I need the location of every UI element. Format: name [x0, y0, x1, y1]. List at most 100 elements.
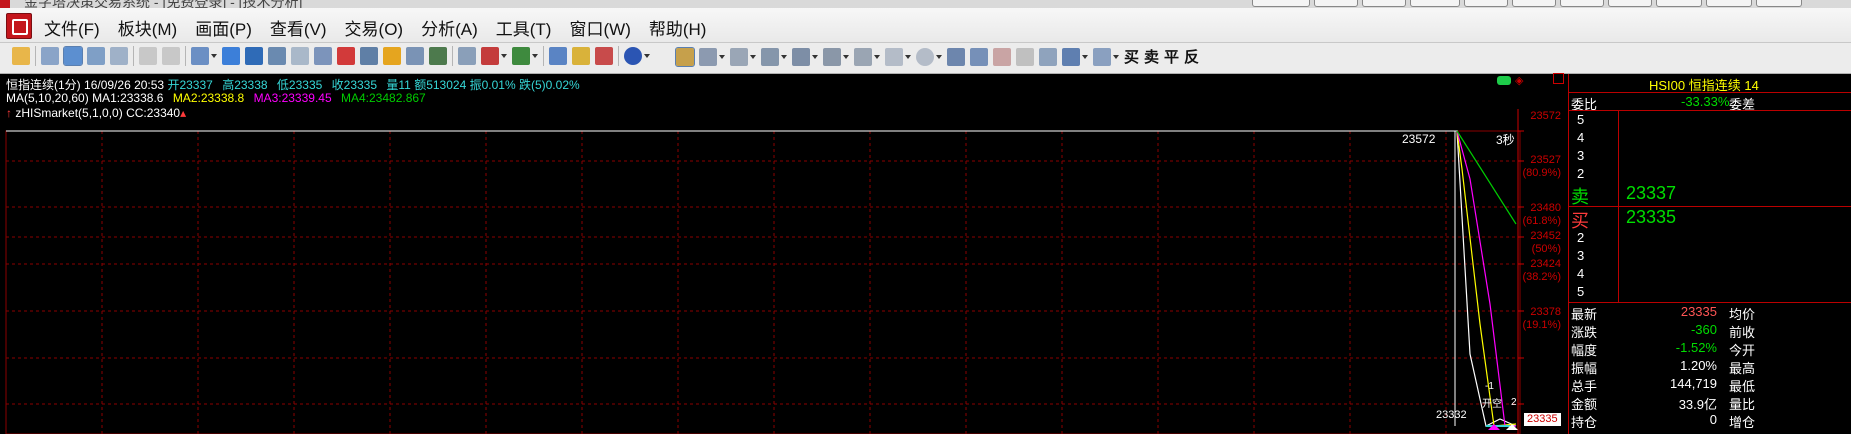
chevron-down-icon[interactable] [905, 54, 911, 59]
chevron-down-icon[interactable] [1082, 54, 1088, 59]
kline-chart-icon[interactable] [63, 46, 83, 66]
formula-icon[interactable] [406, 47, 424, 65]
fib-icon[interactable] [823, 47, 841, 66]
chevron-down-icon[interactable] [532, 54, 538, 58]
stat-label-secondary: 前收 [1729, 325, 1756, 340]
detail-chart-icon[interactable] [110, 47, 128, 65]
clear-drawing-icon[interactable] [993, 47, 1011, 66]
menu-layout[interactable]: 画面(P) [195, 15, 252, 40]
indicator-icon[interactable] [429, 47, 447, 65]
strategy-icon[interactable] [572, 47, 590, 65]
titlebar-button[interactable] [1410, 0, 1460, 7]
open-folder-icon[interactable] [12, 47, 30, 65]
axis-tick-pct: (61.8%) [1522, 215, 1561, 227]
app-logo-icon[interactable] [6, 13, 32, 39]
menu-help[interactable]: 帮助(H) [649, 15, 707, 40]
menu-file[interactable]: 文件(F) [44, 15, 100, 40]
chevron-down-icon[interactable] [644, 54, 650, 58]
pin-icon[interactable]: ◈ [1515, 74, 1523, 87]
chevron-down-icon[interactable] [781, 54, 787, 59]
line-draw-icon[interactable] [699, 47, 717, 66]
crosshair-icon[interactable] [222, 47, 240, 65]
eraser-icon[interactable] [1016, 47, 1034, 66]
stat-label-secondary: 增仓 [1729, 415, 1756, 430]
stat-value: -1.52% [1675, 340, 1717, 355]
menu-analysis[interactable]: 分析(A) [421, 15, 478, 40]
kline-chart-panel[interactable]: 恒指连续(1分) 16/09/26 20:53 开23337▾ 高23338▾ … [0, 73, 1568, 434]
select-tool-icon[interactable] [191, 47, 209, 65]
channel-icon[interactable] [761, 47, 779, 66]
print-icon[interactable] [360, 47, 378, 65]
quote-list-icon[interactable] [41, 47, 59, 65]
chevron-down-icon[interactable] [1113, 54, 1119, 59]
panel-toggle-icon[interactable] [1553, 73, 1564, 84]
chevron-down-icon[interactable] [812, 54, 818, 59]
stat-value: 23335 [1680, 304, 1717, 319]
alert-icon[interactable] [383, 47, 401, 65]
titlebar-button[interactable] [1252, 0, 1310, 7]
order-reverse-button[interactable]: 反 [1184, 46, 1199, 67]
chevron-down-icon[interactable] [501, 54, 507, 58]
layers-icon[interactable] [314, 47, 332, 65]
titlebar-button[interactable] [1512, 0, 1556, 7]
draw-pen-icon[interactable] [675, 46, 695, 67]
ma-params: MA(5,10,20,60) [6, 91, 89, 105]
ma3-value: MA3:23339.45 [253, 91, 332, 105]
order-buy-button[interactable]: 买 [1124, 46, 1139, 67]
undo-icon[interactable] [139, 47, 157, 65]
menu-window[interactable]: 窗口(W) [569, 15, 630, 40]
chevron-down-icon[interactable] [843, 54, 849, 59]
order-sell-button[interactable]: 卖 [1144, 46, 1159, 67]
weibi-value: -33.33% [1681, 94, 1730, 109]
chevron-down-icon[interactable] [936, 54, 942, 59]
titlebar-button[interactable] [1314, 0, 1358, 7]
sell-price[interactable]: 23337 [1626, 183, 1676, 204]
titlebar-button[interactable] [1656, 0, 1702, 7]
text-icon[interactable] [947, 47, 965, 66]
menu-tools[interactable]: 工具(T) [496, 15, 552, 40]
trade-icon[interactable] [595, 47, 613, 65]
titlebar-button[interactable] [1608, 0, 1652, 7]
toolbar-separator [543, 46, 544, 66]
zoom-in-icon[interactable] [245, 47, 263, 65]
properties-icon[interactable] [1093, 47, 1111, 66]
menu-sector[interactable]: 板块(M) [118, 15, 177, 40]
minute-chart-icon[interactable] [87, 47, 105, 65]
copy-icon[interactable] [1039, 47, 1057, 66]
hline-icon[interactable] [730, 47, 748, 66]
stat-label-secondary: 最高 [1729, 361, 1756, 376]
buy-price[interactable]: 23335 [1626, 207, 1676, 228]
pattern-icon[interactable] [854, 47, 872, 66]
menu-trade[interactable]: 交易(O) [345, 15, 404, 40]
titlebar-button[interactable] [1560, 0, 1604, 7]
order-flat-button[interactable]: 平 [1164, 46, 1179, 67]
ellipse-icon[interactable] [916, 47, 934, 66]
globe-icon[interactable] [624, 47, 642, 65]
chart-canvas[interactable] [0, 74, 1568, 434]
notes-icon[interactable] [291, 47, 309, 65]
titlebar-button[interactable] [1464, 0, 1508, 7]
rectangle-icon[interactable] [885, 47, 903, 66]
delete-icon[interactable] [337, 47, 355, 65]
titlebar-button[interactable] [1706, 0, 1752, 7]
fan-icon[interactable] [792, 47, 810, 66]
grid-window-icon[interactable] [268, 47, 286, 65]
redo-icon[interactable] [162, 47, 180, 65]
open-value: 开23337 [167, 78, 213, 92]
axis-tick-pct: (50%) [1531, 243, 1561, 255]
chevron-down-icon[interactable] [750, 54, 756, 59]
titlebar-button[interactable] [1362, 0, 1406, 7]
sub-chart-icon[interactable] [458, 47, 476, 65]
monitor-icon[interactable] [549, 47, 567, 65]
chevron-down-icon[interactable] [719, 54, 725, 59]
chevron-down-icon[interactable] [874, 54, 880, 59]
layout-icon[interactable] [512, 47, 530, 65]
bar-datetime: 16/09/26 20:53 [84, 78, 165, 92]
list-icon[interactable] [481, 47, 499, 65]
menu-view[interactable]: 查看(V) [270, 15, 327, 40]
quote-count: 14 [1744, 78, 1759, 93]
titlebar-button[interactable] [1756, 0, 1802, 7]
table-icon[interactable] [1062, 47, 1080, 66]
chevron-down-icon[interactable] [211, 54, 217, 58]
label-icon[interactable] [970, 47, 988, 66]
